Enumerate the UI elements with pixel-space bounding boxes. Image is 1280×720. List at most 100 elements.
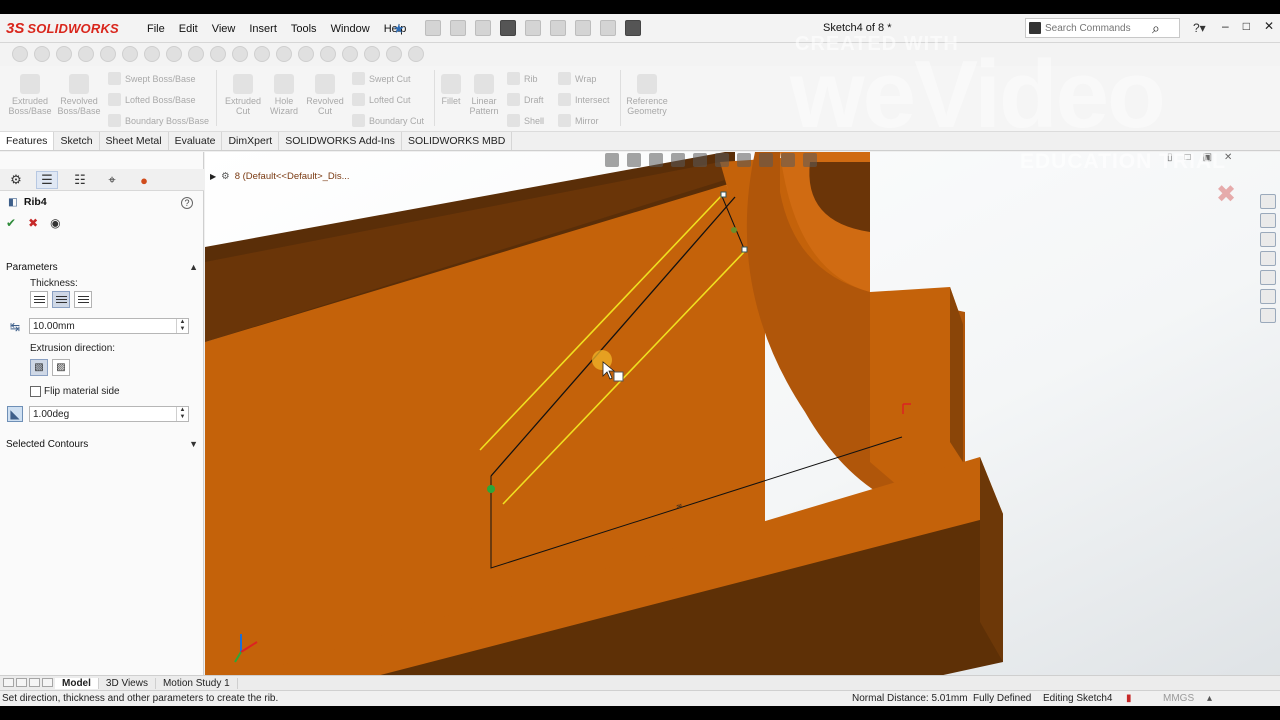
units-menu-icon[interactable]: ▴ <box>1207 693 1212 704</box>
appearance-icon[interactable]: ● <box>133 171 155 189</box>
print-icon[interactable] <box>500 20 516 36</box>
prev-tab-icon[interactable] <box>16 677 27 687</box>
search-icon[interactable]: ⌕ <box>1152 20 1160 37</box>
tool-icon[interactable] <box>188 46 204 62</box>
menu-view[interactable]: View <box>205 23 243 35</box>
view-settings-icon[interactable] <box>803 153 817 167</box>
tab-3d-views[interactable]: 3D Views <box>99 677 156 689</box>
swept-boss-button[interactable]: Swept Boss/Base <box>108 72 196 85</box>
tab-sheet-metal[interactable]: Sheet Metal <box>100 132 169 150</box>
tool-icon[interactable] <box>386 46 402 62</box>
tool-icon[interactable] <box>408 46 424 62</box>
minimize-icon[interactable]: – <box>1222 19 1229 33</box>
intersect-button[interactable]: Intersect <box>558 93 610 106</box>
configuration-icon[interactable]: ☷ <box>69 171 91 189</box>
fillet-button[interactable]: Fillet <box>438 74 464 106</box>
menu-file[interactable]: File <box>140 23 172 35</box>
pin-icon[interactable]: ★ <box>393 21 405 37</box>
undo-icon[interactable] <box>525 20 541 36</box>
unit-system[interactable]: MMGS <box>1163 693 1194 704</box>
selected-contours-group-header[interactable]: Selected Contours ▼ <box>0 435 204 453</box>
tool-icon[interactable] <box>56 46 72 62</box>
custom-properties-icon[interactable] <box>1260 289 1276 304</box>
rib-button[interactable]: Rib <box>507 72 538 85</box>
thickness-second-side-button[interactable] <box>74 291 92 308</box>
file-properties-icon[interactable] <box>600 20 616 36</box>
rib-direction-handle[interactable] <box>613 371 624 382</box>
tab-dimxpert[interactable]: DimXpert <box>222 132 280 150</box>
maximize-icon[interactable]: □ <box>1243 19 1250 33</box>
thickness-both-sides-button[interactable] <box>52 291 70 308</box>
appearances-icon[interactable] <box>1260 270 1276 285</box>
resources-icon[interactable] <box>1260 213 1276 228</box>
spin-arrows-icon[interactable]: ▲ ▼ <box>176 407 188 421</box>
restore-icon[interactable]: □ <box>1185 152 1191 163</box>
extruded-cut-button[interactable]: Extruded Cut <box>222 74 264 116</box>
graphics-area[interactable]: ≅ ▶ ⚙ 8 (Default<<Default>_Dis... ▯ □ ▣ … <box>205 152 1280 679</box>
open-icon[interactable] <box>450 20 466 36</box>
preview-eye-icon[interactable]: ◉ <box>50 216 60 230</box>
cancel-button[interactable]: ✖ <box>28 216 38 230</box>
tool-icon[interactable] <box>320 46 336 62</box>
tab-model[interactable]: Model <box>55 677 99 689</box>
tool-icon[interactable] <box>144 46 160 62</box>
zoom-area-icon[interactable] <box>627 153 641 167</box>
tab-sketch[interactable]: Sketch <box>54 132 100 150</box>
menu-edit[interactable]: Edit <box>172 23 205 35</box>
menu-window[interactable]: Window <box>324 23 377 35</box>
save-icon[interactable] <box>475 20 491 36</box>
dimxpert-icon[interactable]: ⌖ <box>101 171 123 189</box>
tab-features[interactable]: Features <box>0 132 55 150</box>
tool-icon[interactable] <box>232 46 248 62</box>
boundary-cut-button[interactable]: Boundary Cut <box>352 114 424 127</box>
tool-icon[interactable] <box>100 46 116 62</box>
previous-view-icon[interactable] <box>649 153 663 167</box>
close-viewport-icon[interactable]: ✕ <box>1224 152 1232 163</box>
reference-geometry-button[interactable]: Reference Geometry <box>624 74 670 116</box>
spin-arrows-icon[interactable]: ▲ ▼ <box>176 319 188 333</box>
forum-icon[interactable] <box>1260 308 1276 323</box>
tool-icon[interactable] <box>364 46 380 62</box>
linear-pattern-button[interactable]: Linear Pattern <box>466 74 502 116</box>
help-icon[interactable]: ?▾ <box>1193 21 1206 35</box>
hide-show-icon[interactable] <box>737 153 751 167</box>
draft-button[interactable]: Draft <box>507 93 544 106</box>
search-input[interactable] <box>1045 22 1150 34</box>
solidworks-logo[interactable]: 3S SOLIDWORKS <box>6 17 119 39</box>
first-tab-icon[interactable] <box>3 677 14 687</box>
rebuild-icon[interactable] <box>575 20 591 36</box>
property-manager-icon[interactable]: ☰ <box>36 171 58 189</box>
tool-icon[interactable] <box>12 46 28 62</box>
tile-icon[interactable]: ▯ <box>1167 152 1173 163</box>
lofted-cut-button[interactable]: Lofted Cut <box>352 93 411 106</box>
tab-addins[interactable]: SOLIDWORKS Add-Ins <box>279 132 402 150</box>
normal-to-sketch-button[interactable]: ▨ <box>52 359 70 376</box>
rebuild-icon[interactable]: ▮ <box>1126 693 1132 704</box>
wrap-button[interactable]: Wrap <box>558 72 596 85</box>
maximize-icon[interactable]: ▣ <box>1203 152 1212 163</box>
tab-motion-study[interactable]: Motion Study 1 <box>156 677 238 689</box>
options-gear-icon[interactable] <box>625 20 641 36</box>
expand-arrow-icon[interactable]: ▶ <box>210 172 216 181</box>
endpoint-marker[interactable] <box>720 191 727 198</box>
draft-angle-field[interactable]: 1.00deg ▲ ▼ <box>29 406 189 422</box>
scenes-icon[interactable] <box>781 153 795 167</box>
revolved-cut-button[interactable]: Revolved Cut <box>304 74 346 116</box>
parameters-group-header[interactable]: Parameters ▲ <box>0 258 204 276</box>
new-document-icon[interactable] <box>425 20 441 36</box>
section-view-icon[interactable] <box>671 153 685 167</box>
help-icon[interactable]: ? <box>181 197 193 209</box>
endpoint-handle[interactable] <box>731 227 737 233</box>
revolved-boss-button[interactable]: Revolved Boss/Base <box>57 74 101 116</box>
zoom-fit-icon[interactable] <box>605 153 619 167</box>
hole-wizard-button[interactable]: Hole Wizard <box>264 74 304 116</box>
tool-icon[interactable] <box>122 46 138 62</box>
menu-tools[interactable]: Tools <box>284 23 324 35</box>
feature-tree-icon[interactable]: ⚙ <box>5 171 27 189</box>
design-library-icon[interactable] <box>1260 232 1276 247</box>
shell-button[interactable]: Shell <box>507 114 544 127</box>
thickness-first-side-button[interactable] <box>30 291 48 308</box>
tool-icon[interactable] <box>342 46 358 62</box>
select-icon[interactable] <box>550 20 566 36</box>
parallel-to-sketch-button[interactable]: ▧ <box>30 359 48 376</box>
